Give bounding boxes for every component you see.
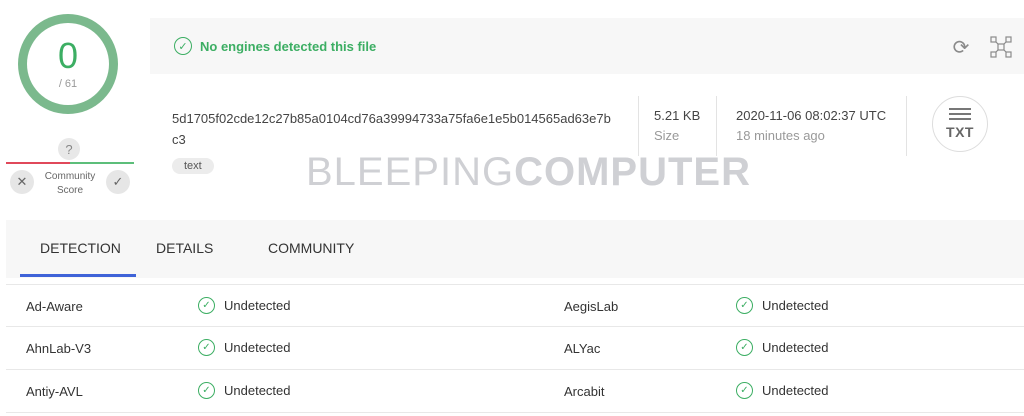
- engine-name: Arcabit: [564, 384, 605, 399]
- community-score-label-line2: Score: [56, 185, 84, 196]
- watermark-logo: BLEEPINGCOMPUTER: [306, 150, 751, 195]
- engine-result: ✓ Undetected: [198, 297, 291, 314]
- file-hash[interactable]: 5d1705f02cde12c27b85a0104cd76a39994733a7…: [172, 108, 612, 150]
- engine-total: / 61: [58, 78, 78, 90]
- engine-name: AegisLab: [564, 299, 619, 314]
- reanalyze-icon[interactable]: ⟳: [950, 36, 972, 59]
- engine-result: ✓ Undetected: [736, 297, 829, 314]
- result-text: Undetected: [224, 340, 291, 355]
- file-size-value: 5.21 KB: [654, 108, 701, 123]
- result-text: Undetected: [762, 340, 829, 355]
- analysis-status-bar: ✓ No engines detected this file ⟳: [150, 18, 1024, 74]
- community-score-negative: [6, 162, 70, 164]
- engine-result: ✓ Undetected: [736, 339, 829, 356]
- file-type-icon: TXT: [932, 96, 988, 152]
- result-text: Undetected: [224, 298, 291, 313]
- vote-harmful-button[interactable]: ✕: [10, 170, 34, 194]
- document-lines-icon: [949, 108, 971, 123]
- status-text: No engines detected this file: [200, 38, 377, 54]
- engine-name: AhnLab-V3: [26, 341, 92, 356]
- tab-details[interactable]: DETAILS: [156, 240, 213, 256]
- detection-table: Ad-Aware ✓ Undetected AegisLab ✓ Undetec…: [6, 284, 1024, 413]
- engine-result: ✓ Undetected: [198, 382, 291, 399]
- analysis-date: 2020-11-06 08:02:37 UTC: [736, 108, 887, 123]
- report-tabs: DETECTION DETAILS COMMUNITY: [6, 220, 1024, 278]
- divider: [638, 96, 639, 156]
- engine-name: Antiy-AVL: [26, 384, 83, 399]
- file-tag[interactable]: text: [172, 158, 214, 174]
- community-score-label: Community Score: [38, 170, 102, 198]
- graph-view-icon[interactable]: [990, 36, 1012, 58]
- table-row: Ad-Aware ✓ Undetected AegisLab ✓ Undetec…: [6, 284, 1024, 327]
- active-tab-indicator: [20, 274, 136, 277]
- engine-result: ✓ Undetected: [198, 339, 291, 356]
- analysis-date-relative: 18 minutes ago: [736, 128, 825, 143]
- community-score-positive: [70, 162, 134, 164]
- check-circle-icon: ✓: [198, 339, 215, 356]
- file-type-label: TXT: [946, 124, 974, 140]
- detection-score: 0 / 61: [27, 23, 109, 105]
- detection-count: 0: [57, 35, 79, 76]
- divider: [716, 96, 717, 156]
- result-text: Undetected: [762, 383, 829, 398]
- check-circle-icon: ✓: [198, 297, 215, 314]
- table-row: AhnLab-V3 ✓ Undetected ALYac ✓ Undetecte…: [6, 327, 1024, 370]
- check-circle-icon: ✓: [736, 382, 753, 399]
- result-text: Undetected: [762, 298, 829, 313]
- community-score-label-line1: Community: [44, 171, 96, 182]
- check-circle-icon: ✓: [736, 297, 753, 314]
- vote-harmless-button[interactable]: ✓: [106, 170, 130, 194]
- table-row: Antiy-AVL ✓ Undetected Arcabit ✓ Undetec…: [6, 370, 1024, 413]
- watermark-light: BLEEPING: [306, 150, 515, 194]
- tab-detection[interactable]: DETECTION: [40, 240, 121, 256]
- tab-community[interactable]: COMMUNITY: [268, 240, 354, 256]
- engine-result: ✓ Undetected: [736, 382, 829, 399]
- watermark-bold: COMPUTER: [514, 150, 751, 194]
- check-circle-icon: ✓: [174, 37, 192, 55]
- file-size-label: Size: [654, 128, 680, 143]
- check-circle-icon: ✓: [198, 382, 215, 399]
- community-score-help-icon[interactable]: ?: [58, 138, 80, 160]
- community-score-bar: [6, 162, 134, 164]
- engine-name: ALYac: [564, 341, 601, 356]
- result-text: Undetected: [224, 383, 291, 398]
- engine-name: Ad-Aware: [26, 299, 83, 314]
- divider: [906, 96, 907, 156]
- detection-score-ring: 0 / 61: [18, 14, 118, 114]
- check-circle-icon: ✓: [736, 339, 753, 356]
